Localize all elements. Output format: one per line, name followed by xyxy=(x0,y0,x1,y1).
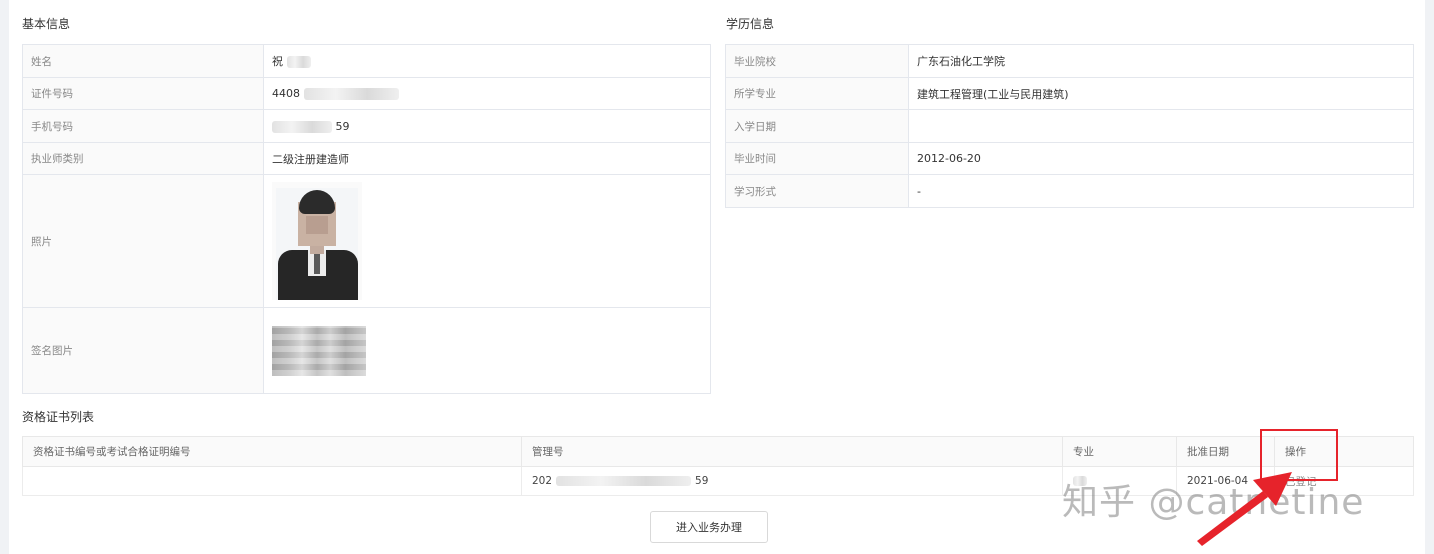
annotation-arrow-icon xyxy=(1197,472,1292,546)
